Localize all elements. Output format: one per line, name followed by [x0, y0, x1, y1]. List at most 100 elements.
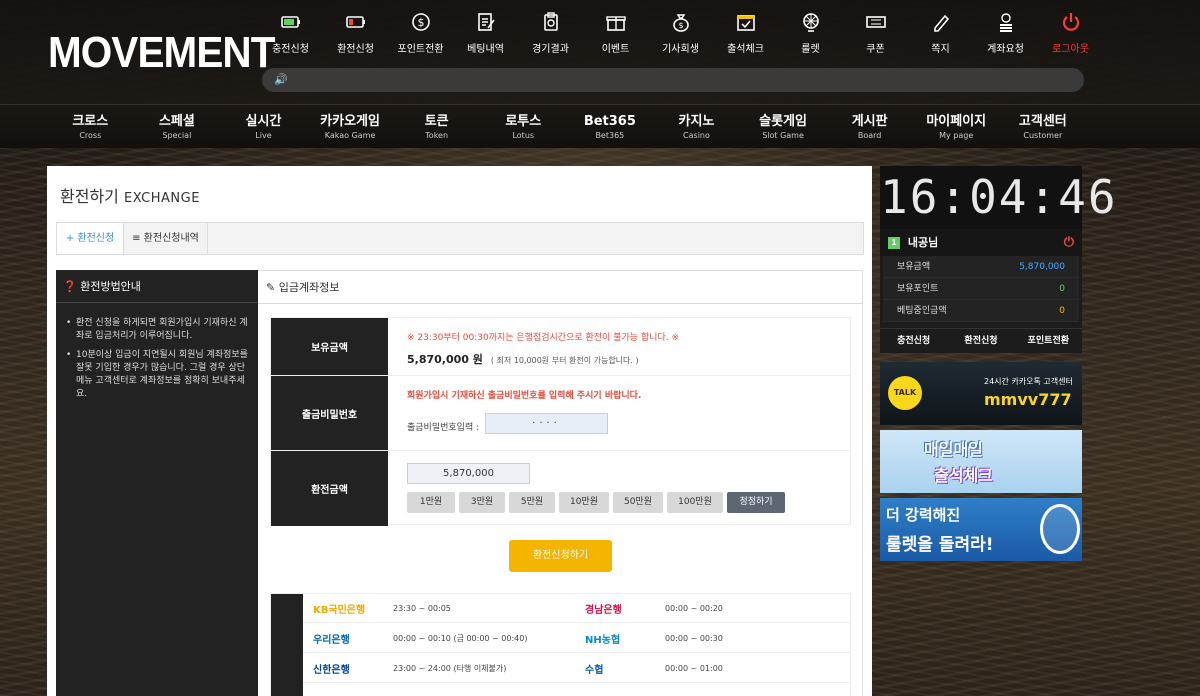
top-menu-account-request[interactable]: 계좌요청: [973, 8, 1038, 55]
banner-text: 매일매일: [924, 440, 983, 459]
amount-row: 환전금액 5,870,000 1만원 3만원 5만원 10만원 50만원 100…: [271, 451, 851, 526]
nav-special[interactable]: 스페셜 Special: [134, 105, 221, 148]
nav-sub-label: Token: [425, 131, 449, 140]
top-menu-revival[interactable]: $ 기사회생: [648, 8, 713, 55]
point-convert-button[interactable]: 포인트전환: [1015, 329, 1082, 353]
banner-text: 더 강력해진: [886, 506, 961, 524]
top-menu-attendance[interactable]: 출석체크: [713, 8, 778, 55]
nav-board[interactable]: 게시판 Board: [826, 105, 913, 148]
power-icon[interactable]: ⏻: [1064, 229, 1074, 256]
kakao-support-banner[interactable]: TALK 24시간 카카오톡 고객센터 mmvv777: [880, 362, 1082, 425]
calendar-check-icon: [713, 8, 778, 36]
top-menu-deposit[interactable]: 충전신청: [258, 8, 323, 55]
reset-amount-button[interactable]: 정정하기: [727, 492, 785, 513]
add-50k-button[interactable]: 5만원: [509, 492, 555, 513]
power-icon: [1038, 8, 1103, 36]
deposit-button[interactable]: 충전신청: [880, 329, 947, 353]
nav-lotus[interactable]: 로투스 Lotus: [480, 105, 567, 148]
kakaotalk-icon: TALK: [888, 376, 922, 410]
add-1m-button[interactable]: 100만원: [667, 492, 723, 513]
add-500k-button[interactable]: 50만원: [613, 492, 663, 513]
bank-time: 23:00 ~ 24:00 (타행 이체불가): [393, 664, 507, 673]
amount-input[interactable]: 5,870,000: [407, 463, 530, 484]
guide-item: 환전 신청을 하게되면 회원가입시 기재하신 계좌로 입금처리가 이루어집니다.: [64, 317, 250, 343]
top-menu-coupon[interactable]: 쿠폰: [843, 8, 908, 55]
notice-ticker: 🔊: [262, 68, 1084, 92]
gift-icon: [583, 8, 648, 36]
nav-sub-label: Bet365: [595, 131, 625, 140]
bank-time: 23:30 ~ 00:05: [393, 604, 451, 613]
bank-row: 우리은행 00:00 ~ 00:10 (금 00:00 ~ 00:40) NH농협…: [303, 624, 851, 653]
battery-low-icon: [323, 8, 388, 36]
top-menu: 충전신청 환전신청 $ 포인트전환 베팅내역 경기결과 이벤트 $ 기사회생 출…: [258, 8, 1103, 55]
money-bag-icon: $: [648, 8, 713, 36]
balance-row: 보유금액 ※ 23:30부터 00:30까지는 은행점검시간으로 환전이 불가능…: [271, 318, 851, 376]
nav-sub-label: Board: [857, 131, 882, 140]
top-menu-label: 베팅내역: [467, 44, 504, 55]
top-menu-point-convert[interactable]: $ 포인트전환: [388, 8, 453, 55]
bank-name: KB국민은행: [313, 605, 366, 616]
balance-label: 보유금액: [271, 318, 388, 375]
top-menu-label: 환전신청: [337, 44, 374, 55]
row-value: 5,870,000: [1019, 262, 1065, 272]
site-logo[interactable]: MOVEMENT: [48, 28, 275, 78]
bank-time: 00:00 ~ 01:00: [665, 664, 723, 673]
nav-bet365[interactable]: Bet365 Bet365: [567, 105, 654, 148]
amount-cell: 5,870,000 1만원 3만원 5만원 10만원 50만원 100만원 정정…: [407, 463, 789, 513]
top-menu-label: 출석체크: [727, 44, 764, 55]
password-warning: 회원가입시 기재하신 출금비밀번호를 입력해 주시기 바랍니다.: [407, 391, 642, 401]
top-menu-withdraw[interactable]: 환전신청: [323, 8, 388, 55]
battery-charge-icon: [258, 8, 323, 36]
add-30k-button[interactable]: 3만원: [459, 492, 505, 513]
row-label: 베팅중인금액: [897, 306, 947, 316]
logout-button[interactable]: 로그아웃: [1038, 8, 1103, 55]
bank-row: KB국민은행 23:30 ~ 00:05 경남은행 00:00 ~ 00:20: [303, 594, 851, 623]
nav-kakao-game[interactable]: 카카오게임 Kakao Game: [307, 105, 394, 148]
nav-sub-label: Kakao Game: [324, 131, 376, 140]
row-value: 0: [1059, 284, 1065, 294]
top-menu-message[interactable]: 쪽지: [908, 8, 973, 55]
balance-value-cell: ※ 23:30부터 00:30까지는 은행점검시간으로 환전이 불가능 합니다.…: [407, 330, 679, 367]
submit-exchange-button[interactable]: 환전신청하기: [509, 540, 612, 572]
user-header: 1 내공님 ⏻: [880, 229, 1082, 256]
top-menu-event[interactable]: 이벤트: [583, 8, 648, 55]
banner-kakao-id: mmvv777: [984, 390, 1072, 409]
tab-exchange-request[interactable]: + 환전신청: [57, 223, 124, 254]
nav-label: 스페셜: [158, 114, 195, 129]
banner-text: 룰렛을 돌려라!: [886, 535, 994, 555]
nav-label: 카카오게임: [320, 114, 380, 129]
bank-time: 00:00 ~ 00:20: [665, 604, 723, 613]
bank-name: 수협: [585, 665, 604, 676]
guide-panel: ❓ 환전방법안내 환전 신청을 하게되면 회원가입시 기재하신 계좌로 입금처리…: [56, 270, 258, 696]
top-menu-results[interactable]: 경기결과: [518, 8, 583, 55]
top-bar: MOVEMENT 충전신청 환전신청 $ 포인트전환 베팅내역 경기결과 이벤트…: [0, 0, 1200, 104]
pencil-icon: ✎: [266, 281, 276, 294]
bank-list-side-bar: [271, 594, 303, 696]
page-title: 환전하기 EXCHANGE: [60, 183, 200, 207]
nav-sub-label: Lotus: [512, 131, 535, 140]
quick-amount-buttons: 1만원 3만원 5만원 10만원 50만원 100만원 정정하기: [407, 492, 789, 513]
nav-token[interactable]: 토큰 Token: [393, 105, 480, 148]
balance-row: 보유금액 5,870,000: [883, 256, 1079, 278]
nav-casino[interactable]: 카지노 Casino: [653, 105, 740, 148]
points-row: 보유포인트 0: [883, 278, 1079, 300]
top-menu-bet-history[interactable]: 베팅내역: [453, 8, 518, 55]
password-label: 출금비밀번호: [271, 376, 388, 450]
roulette-banner[interactable]: 더 강력해진 룰렛을 돌려라!: [880, 498, 1082, 561]
nav-customer[interactable]: 고객센터 Customer: [1000, 105, 1087, 148]
top-menu-label: 쪽지: [931, 44, 950, 55]
top-menu-label: 룰렛: [801, 44, 820, 55]
nav-cross[interactable]: 크로스 Cross: [47, 105, 134, 148]
digital-clock: 16:04:46: [880, 166, 1116, 229]
tab-exchange-history[interactable]: ≡ 환전신청내역: [124, 223, 208, 254]
nav-my-page[interactable]: 마이페이지 My page: [913, 105, 1000, 148]
nav-live[interactable]: 실시간 Live: [220, 105, 307, 148]
top-menu-roulette[interactable]: 룰렛: [778, 8, 843, 55]
attendance-banner[interactable]: 매일매일 출석체크: [880, 430, 1082, 493]
add-100k-button[interactable]: 10만원: [559, 492, 609, 513]
add-10k-button[interactable]: 1만원: [407, 492, 455, 513]
withdraw-button[interactable]: 환전신청: [947, 329, 1014, 353]
page-title-en: EXCHANGE: [123, 191, 200, 206]
password-input[interactable]: ····: [485, 413, 608, 434]
nav-slot-game[interactable]: 슬롯게임 Slot Game: [740, 105, 827, 148]
